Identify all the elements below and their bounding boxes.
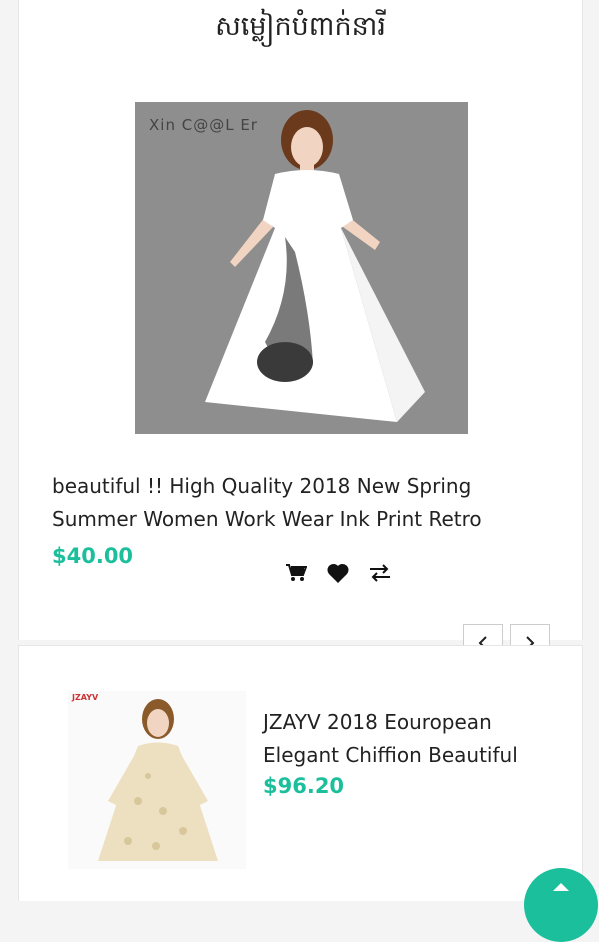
image-watermark: Xin C@@L Er — [149, 116, 258, 134]
heart-icon[interactable] — [325, 560, 351, 586]
scroll-to-top-button[interactable] — [524, 868, 598, 942]
arrow-up-icon — [553, 883, 569, 891]
featured-product-description[interactable]: beautiful !! High Quality 2018 New Sprin… — [52, 470, 522, 536]
featured-product-image[interactable]: Xin C@@L Er — [135, 102, 468, 434]
product-thumbnail[interactable]: JZAYV — [68, 691, 246, 869]
dress-illustration — [135, 102, 468, 434]
thumbnail-watermark: JZAYV — [72, 693, 99, 702]
featured-product-card: សម្លៀកបំពាក់នារី Xin C@@L Er beautiful !… — [18, 0, 583, 640]
product-description[interactable]: JZAYV 2018 Eouropean Elegant Chiffion Be… — [263, 706, 563, 772]
product-price: $96.20 — [263, 774, 345, 798]
product-list-item[interactable]: JZAYV JZAYV 2018 Eouropean Elegant Chiff… — [18, 645, 583, 901]
lace-dress-illustration — [68, 691, 246, 869]
product-actions — [283, 560, 393, 586]
section-title: សម្លៀកបំពាក់នារី — [215, 11, 386, 42]
compare-icon[interactable] — [367, 560, 393, 586]
cart-icon[interactable] — [283, 560, 309, 586]
featured-product-price: $40.00 — [52, 544, 134, 568]
